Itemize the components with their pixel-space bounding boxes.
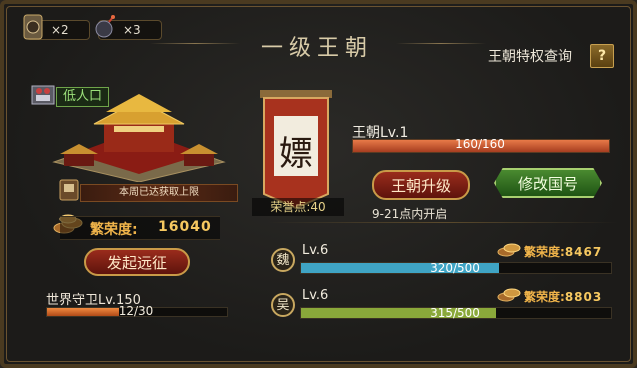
kingdom-wei-prosperity-label: 繁荣度:	[524, 245, 565, 259]
resource-token: ×2	[23, 14, 90, 40]
bomb-icon	[95, 15, 115, 38]
kingdom-wu-prosperity-label: 繁荣度:	[524, 290, 565, 304]
kingdom-wu-prosperity: 繁荣度:8803	[524, 288, 602, 305]
prosperity-value: 16040	[158, 219, 212, 235]
world-guard-text: 12/30	[118, 304, 154, 318]
palace-image[interactable]	[44, 92, 234, 182]
title-divider-left	[150, 43, 240, 44]
kingdom-wu-text: 315/500	[430, 306, 480, 320]
kingdom-wei-level: Lv.6	[302, 243, 329, 258]
page-title: 一级王朝	[260, 36, 373, 61]
resource-token-count: ×2	[51, 23, 69, 37]
kingdom-wei-text: 320/500	[430, 261, 480, 275]
kingdom-wei-icon: 魏	[271, 248, 295, 272]
open-time-note: 9-21点内开启	[372, 207, 448, 221]
city-prosperity: 繁荣度: 16040	[60, 216, 220, 240]
kingdom-wu-prosperity-value: 8803	[564, 290, 603, 304]
honor-points: 荣誉点:40	[252, 198, 344, 216]
token-icon	[23, 14, 43, 40]
privilege-query-label[interactable]: 王朝特权查询	[488, 46, 572, 66]
seal-icon	[59, 179, 79, 201]
resource-bomb-count: ×3	[123, 23, 141, 37]
kingdom-wu-level: Lv.6	[302, 288, 329, 303]
coins-icon	[497, 243, 521, 257]
coins-icon	[497, 288, 521, 302]
dynasty-exp-text: 160/160	[455, 137, 505, 151]
prosperity-label: 繁荣度:	[90, 222, 138, 238]
expedition-button[interactable]: 发起远征	[84, 248, 190, 276]
title-divider-right	[396, 43, 486, 44]
weekly-limit-notice: 本周已达获取上限	[80, 184, 238, 202]
dynasty-emblem-char: 嫖	[279, 134, 313, 174]
dynasty-upgrade-button[interactable]: 王朝升级	[372, 170, 470, 200]
kingdom-wei-prosperity: 繁荣度:8467	[524, 243, 602, 260]
kingdom-wu-icon: 吴	[271, 293, 295, 317]
rename-country-button[interactable]: 修改国号	[494, 168, 602, 198]
resource-bomb: ×3	[95, 15, 162, 40]
section-divider	[268, 222, 618, 223]
help-button[interactable]: ?	[590, 44, 614, 68]
kingdom-wei-prosperity-value: 8467	[564, 245, 603, 259]
